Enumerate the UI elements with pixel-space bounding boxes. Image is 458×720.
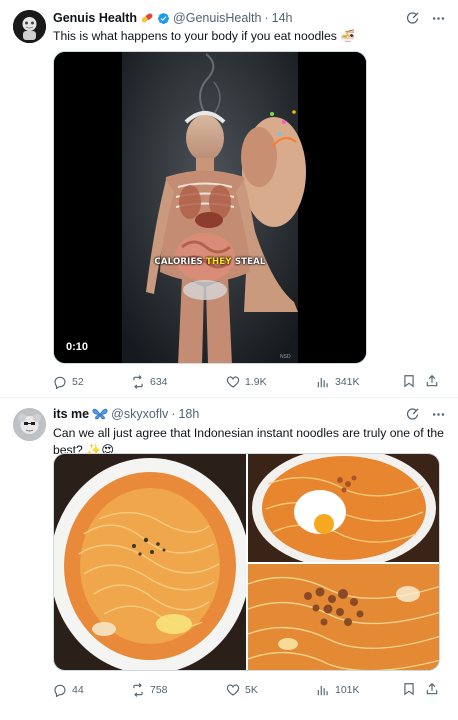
bookmark-icon (404, 683, 414, 696)
reply-count: 52 (72, 376, 84, 388)
author-handle[interactable]: @GenuisHealth (173, 11, 261, 25)
views-button[interactable]: 101K (316, 683, 360, 697)
tweet-content: Genuis Health @GenuisHealth · 14h This i… (53, 10, 446, 45)
header-actions (404, 10, 446, 26)
like-icon (226, 684, 240, 696)
tweet-actions: 52 634 1.9K 341K (53, 374, 446, 390)
tweet-actions: 44 758 5K 101K (53, 682, 446, 698)
more-icon[interactable] (430, 406, 446, 422)
avatar[interactable] (13, 408, 46, 441)
tweet-header: its me @skyxoflv · 18h (53, 406, 446, 422)
tweet[interactable]: its me @skyxoflv · 18h Can we all just a… (0, 398, 458, 720)
author-name[interactable]: its me (53, 407, 89, 421)
separator: · (264, 11, 269, 25)
repost-count: 758 (150, 684, 168, 696)
share-button[interactable] (425, 682, 439, 696)
video-player[interactable]: CALORIES THEY STEAL NSD 0:10 (53, 51, 367, 364)
views-count: 101K (335, 684, 360, 696)
views-button[interactable]: 341K (316, 375, 360, 389)
video-frame (54, 52, 366, 363)
caption-part: STEAL (231, 257, 266, 267)
separator: · (171, 407, 176, 421)
verified-badge-icon (157, 12, 170, 25)
tweet-header: Genuis Health @GenuisHealth · 14h (53, 10, 446, 26)
like-button[interactable]: 5K (226, 683, 258, 697)
pill-emoji-icon (140, 12, 154, 24)
like-count: 5K (245, 684, 258, 696)
reply-button[interactable]: 52 (53, 375, 84, 389)
grok-icon[interactable] (404, 406, 420, 422)
views-count: 341K (335, 376, 360, 388)
video-duration: 0:10 (66, 341, 89, 353)
bookmark-icon (404, 375, 414, 388)
tweet-content: its me @skyxoflv · 18h Can we all just a… (53, 406, 446, 459)
like-icon (226, 376, 240, 388)
repost-icon (133, 683, 143, 697)
repost-count: 634 (150, 376, 168, 388)
butterfly-emoji-icon (92, 408, 108, 420)
photo-top-right[interactable] (248, 454, 439, 562)
timestamp[interactable]: 18h (178, 407, 199, 421)
tweet-text: This is what happens to your body if you… (53, 29, 356, 43)
bookmark-button[interactable] (402, 374, 416, 388)
header-actions (404, 406, 446, 422)
reply-count: 44 (72, 684, 84, 696)
share-icon (426, 682, 438, 695)
author-name[interactable]: Genuis Health (53, 11, 137, 25)
photo-grid (53, 453, 440, 671)
photo-left[interactable] (54, 454, 246, 670)
views-icon (317, 377, 328, 388)
repost-button[interactable]: 634 (131, 375, 168, 389)
reply-icon (54, 376, 66, 389)
share-button[interactable] (425, 374, 439, 388)
avatar[interactable] (13, 10, 46, 43)
grok-icon[interactable] (404, 10, 420, 26)
reply-button[interactable]: 44 (53, 683, 84, 697)
photo-bottom-right[interactable] (248, 564, 439, 670)
tweet[interactable]: Genuis Health @GenuisHealth · 14h This i… (0, 0, 458, 398)
views-icon (317, 685, 328, 696)
repost-button[interactable]: 758 (131, 683, 168, 697)
video-watermark: NSD (280, 354, 291, 360)
reply-icon (54, 684, 66, 697)
like-button[interactable]: 1.9K (226, 375, 267, 389)
video-caption: CALORIES THEY STEAL (54, 257, 366, 267)
caption-highlight: THEY (205, 257, 232, 267)
timestamp[interactable]: 14h (272, 11, 293, 25)
share-icon (426, 374, 438, 387)
repost-icon (133, 375, 143, 389)
author-handle[interactable]: @skyxoflv (111, 407, 168, 421)
more-icon[interactable] (430, 10, 446, 26)
bookmark-button[interactable] (402, 682, 416, 696)
caption-part: CALORIES (154, 257, 206, 267)
timeline-feed: Genuis Health @GenuisHealth · 14h This i… (0, 0, 458, 720)
like-count: 1.9K (245, 376, 267, 388)
